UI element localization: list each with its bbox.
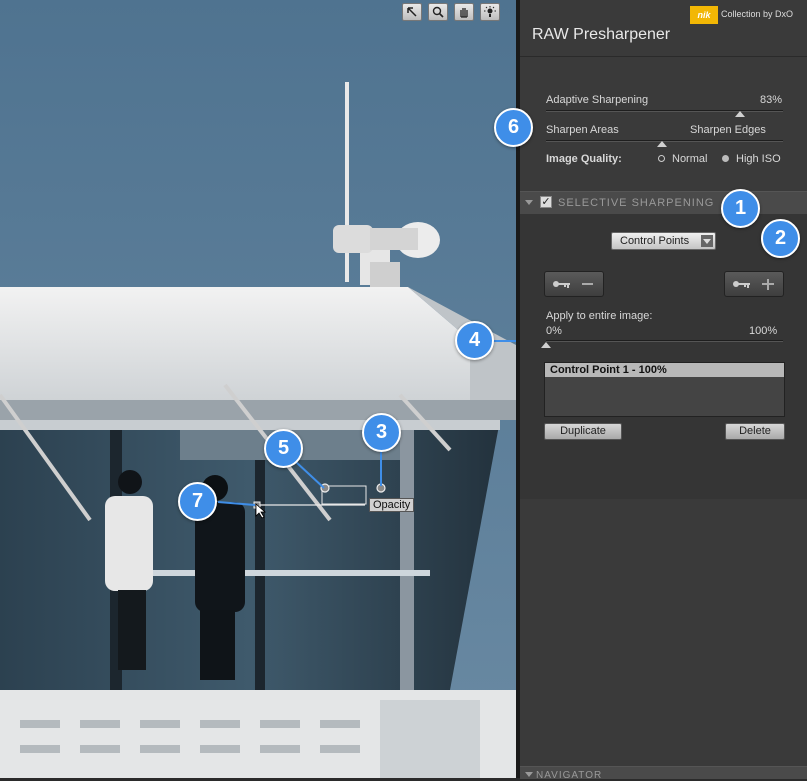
mode-dropdown[interactable]: Control Points: [611, 232, 716, 250]
navigator-header[interactable]: NAVIGATOR: [520, 766, 807, 781]
selective-sharpening-body: [520, 214, 807, 499]
hand-tool-icon[interactable]: [454, 3, 474, 21]
apply-entire-image-label: Apply to entire image:: [546, 310, 653, 322]
collapse-arrow-icon[interactable]: [525, 772, 533, 777]
sharpen-edges-label: Sharpen Edges: [690, 124, 766, 136]
adaptive-sharpening-slider[interactable]: [546, 110, 783, 112]
light-tool-icon[interactable]: [480, 3, 500, 21]
control-point-list[interactable]: Control Point 1 - 100%: [544, 362, 785, 417]
navigator-title: NAVIGATOR: [536, 770, 603, 781]
callout-6: 6: [494, 108, 533, 147]
mode-dropdown-label: Control Points: [620, 235, 690, 247]
callout-5: 5: [264, 429, 303, 468]
opacity-label: Opacity: [369, 498, 415, 512]
apply-min-label: 0%: [546, 325, 562, 337]
panel-title: RAW Presharpener: [532, 26, 671, 43]
selective-sharpening-header[interactable]: ✓ SELECTIVE SHARPENING: [520, 191, 807, 215]
callout-7: 7: [178, 482, 217, 521]
add-control-point-button[interactable]: [724, 271, 784, 297]
callout-4: 4: [455, 321, 494, 360]
duplicate-button[interactable]: Duplicate: [544, 423, 622, 440]
adaptive-sharpening-label: Adaptive Sharpening: [546, 94, 649, 106]
sharpen-areas-label: Sharpen Areas: [546, 124, 619, 136]
remove-control-point-button[interactable]: [544, 271, 604, 297]
sharpen-balance-thumb[interactable]: [657, 141, 667, 147]
nik-badge: nik: [690, 6, 718, 24]
arrow-tool-icon[interactable]: [402, 3, 422, 21]
callout-1: 1: [721, 189, 760, 228]
list-item[interactable]: Control Point 1 - 100%: [545, 363, 784, 377]
high-iso-radio[interactable]: [722, 155, 729, 162]
apply-entire-image-thumb[interactable]: [541, 342, 551, 348]
control-point-minus-icon: [553, 281, 593, 288]
image-canvas[interactable]: [0, 0, 516, 778]
tower-photo: [0, 0, 516, 778]
zoom-tool-icon[interactable]: [428, 3, 448, 21]
adaptive-sharpening-value: 83%: [760, 94, 783, 106]
collapse-arrow-icon[interactable]: [525, 200, 533, 205]
chevron-down-icon[interactable]: [701, 235, 713, 247]
image-quality-label: Image Quality:: [546, 153, 622, 165]
apply-max-label: 100%: [749, 325, 778, 337]
settings-panel: nik Collection by DxO RAW Presharpener A…: [520, 0, 807, 781]
brand-logo: nik Collection by DxO: [690, 6, 803, 24]
normal-label: Normal: [672, 153, 708, 165]
selective-sharpening-title: SELECTIVE SHARPENING: [558, 197, 715, 209]
adaptive-sharpening-thumb[interactable]: [735, 111, 745, 117]
selective-sharpening-checkbox[interactable]: ✓: [540, 196, 552, 208]
header-divider: [520, 56, 807, 57]
collection-label: Collection by DxO: [721, 9, 794, 19]
high-iso-label: High ISO: [736, 153, 781, 165]
apply-entire-image-slider[interactable]: [546, 340, 783, 342]
callout-2: 2: [761, 219, 800, 258]
callout-3: 3: [362, 413, 401, 452]
delete-button[interactable]: Delete: [725, 423, 785, 440]
normal-radio[interactable]: [658, 155, 665, 162]
control-point-plus-icon: [733, 279, 774, 290]
